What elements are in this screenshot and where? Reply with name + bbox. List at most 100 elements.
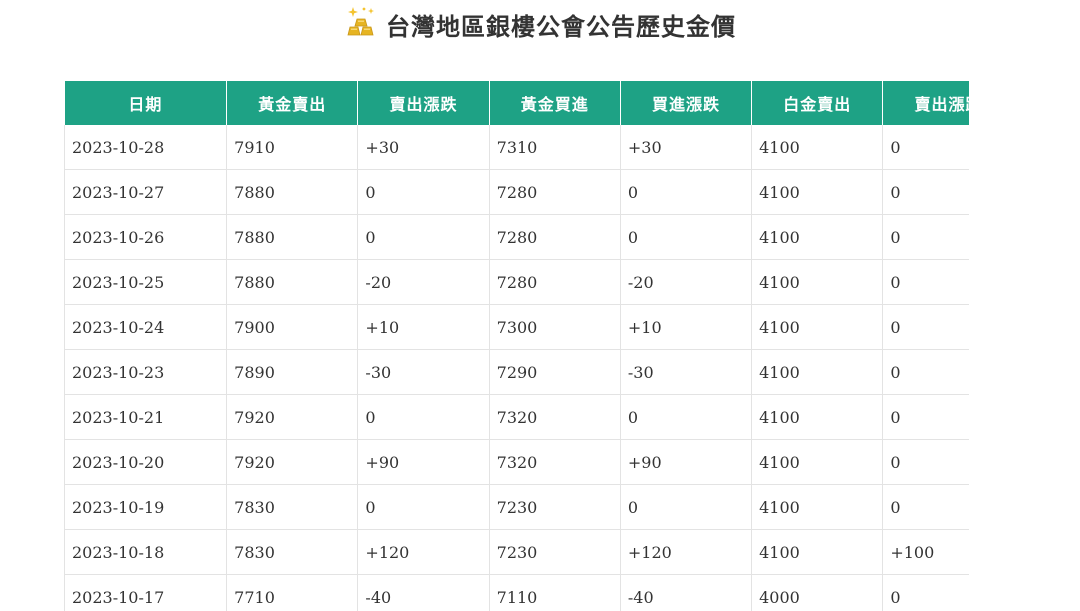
cell-buy-change: -20 <box>620 259 753 305</box>
cell-platinum-sell-change: 0 <box>882 484 969 530</box>
cell-date: 2023-10-23 <box>64 349 228 395</box>
cell-date: 2023-10-17 <box>64 574 228 611</box>
cell-gold-buy: 7320 <box>489 394 621 440</box>
cell-date: 2023-10-18 <box>64 529 228 575</box>
cell-date: 2023-10-24 <box>64 304 228 350</box>
header-gold-buy: 黃金買進 <box>489 81 621 125</box>
cell-date: 2023-10-19 <box>64 484 228 530</box>
cell-platinum-sell-change: 0 <box>882 304 969 350</box>
cell-gold-buy: 7310 <box>489 125 621 170</box>
cell-gold-buy: 7110 <box>489 574 621 611</box>
price-history-table: 日期黃金賣出賣出漲跌黃金買進買進漲跌白金賣出賣出漲跌 2023-10-28791… <box>64 81 969 611</box>
header-gold-sell: 黃金賣出 <box>226 81 359 125</box>
cell-date: 2023-10-21 <box>64 394 228 440</box>
cell-platinum-sell: 4100 <box>751 349 884 395</box>
page-header: 台灣地區銀樓公會公告歷史金價 <box>0 0 1080 48</box>
table-row: 2023-10-267880072800410003 <box>64 214 969 260</box>
table-header-row: 日期黃金賣出賣出漲跌黃金買進買進漲跌白金賣出賣出漲跌 <box>64 81 969 125</box>
cell-sell-change: 0 <box>357 484 490 530</box>
cell-platinum-sell: 4100 <box>751 169 884 215</box>
cell-platinum-sell: 4100 <box>751 125 884 170</box>
cell-buy-change: 0 <box>620 214 753 260</box>
cell-sell-change: +30 <box>357 125 490 170</box>
cell-date: 2023-10-28 <box>64 125 228 170</box>
cell-buy-change: +30 <box>620 125 753 170</box>
cell-gold-sell: 7880 <box>226 214 359 260</box>
table-row: 2023-10-257880-207280-20410003 <box>64 259 969 305</box>
header-platinum-sell: 白金賣出 <box>751 81 884 125</box>
cell-gold-sell: 7920 <box>226 439 359 485</box>
header-sell-change: 賣出漲跌 <box>357 81 490 125</box>
cell-gold-buy: 7300 <box>489 304 621 350</box>
cell-buy-change: -30 <box>620 349 753 395</box>
table-row: 2023-10-237890-307290-30410003 <box>64 349 969 395</box>
cell-date: 2023-10-27 <box>64 169 228 215</box>
cell-gold-buy: 7320 <box>489 439 621 485</box>
cell-gold-sell: 7910 <box>226 125 359 170</box>
cell-sell-change: +120 <box>357 529 490 575</box>
header-date: 日期 <box>64 81 228 125</box>
cell-platinum-sell: 4100 <box>751 394 884 440</box>
cell-sell-change: 0 <box>357 394 490 440</box>
page: 台灣地區銀樓公會公告歷史金價 日期 黃金賣出 賣出漲跌 黃金買進 買進漲跌 白金賣出 賣出漲… <box>0 0 1080 611</box>
table-row: 2023-10-197830072300410003 <box>64 484 969 530</box>
cell-gold-sell: 7890 <box>226 349 359 395</box>
cell-platinum-sell-change: 0 <box>882 259 969 305</box>
cell-gold-buy: 7230 <box>489 529 621 575</box>
cell-platinum-sell: 4100 <box>751 529 884 575</box>
table-row: 2023-10-207920+907320+90410003 <box>64 439 969 485</box>
table-row: 2023-10-287910+307310+30410003 <box>64 125 969 170</box>
cell-gold-sell: 7900 <box>226 304 359 350</box>
cell-date: 2023-10-25 <box>64 259 228 305</box>
cell-platinum-sell-change: +100 <box>882 529 969 575</box>
gold-bars-sparkle-icon <box>344 5 378 39</box>
cell-platinum-sell-change: 0 <box>882 439 969 485</box>
cell-platinum-sell: 4100 <box>751 259 884 305</box>
table-row: 2023-10-177710-407110-40400003 <box>64 574 969 611</box>
cell-sell-change: -20 <box>357 259 490 305</box>
cell-sell-change: -40 <box>357 574 490 611</box>
cell-platinum-sell: 4100 <box>751 304 884 350</box>
cell-gold-sell: 7880 <box>226 259 359 305</box>
table-row: 2023-10-247900+107300+10410003 <box>64 304 969 350</box>
cell-sell-change: -30 <box>357 349 490 395</box>
cell-gold-buy: 7280 <box>489 214 621 260</box>
cell-platinum-sell: 4100 <box>751 439 884 485</box>
header-buy-change: 買進漲跌 <box>620 81 753 125</box>
cell-sell-change: 0 <box>357 169 490 215</box>
cell-buy-change: +120 <box>620 529 753 575</box>
price-history-table-container[interactable]: 日期黃金賣出賣出漲跌黃金買進買進漲跌白金賣出賣出漲跌 2023-10-28791… <box>64 81 969 611</box>
cell-gold-buy: 7280 <box>489 259 621 305</box>
cell-platinum-sell-change: 0 <box>882 349 969 395</box>
cell-buy-change: +10 <box>620 304 753 350</box>
table-row: 2023-10-187830+1207230+1204100+1003 <box>64 529 969 575</box>
cell-gold-sell: 7830 <box>226 529 359 575</box>
cell-buy-change: -40 <box>620 574 753 611</box>
cell-gold-buy: 7280 <box>489 169 621 215</box>
cell-gold-sell: 7880 <box>226 169 359 215</box>
cell-gold-sell: 7830 <box>226 484 359 530</box>
cell-gold-sell: 7710 <box>226 574 359 611</box>
cell-buy-change: 0 <box>620 169 753 215</box>
cell-platinum-sell: 4100 <box>751 484 884 530</box>
cell-buy-change: 0 <box>620 484 753 530</box>
cell-sell-change: +90 <box>357 439 490 485</box>
cell-platinum-sell: 4100 <box>751 214 884 260</box>
page-title: 台灣地區銀樓公會公告歷史金價 <box>386 12 736 41</box>
cell-platinum-sell-change: 0 <box>882 394 969 440</box>
cell-platinum-sell-change: 0 <box>882 574 969 611</box>
cell-platinum-sell-change: 0 <box>882 125 969 170</box>
cell-date: 2023-10-26 <box>64 214 228 260</box>
cell-gold-sell: 7920 <box>226 394 359 440</box>
cell-platinum-sell-change: 0 <box>882 169 969 215</box>
cell-buy-change: 0 <box>620 394 753 440</box>
cell-sell-change: 0 <box>357 214 490 260</box>
cell-platinum-sell: 4000 <box>751 574 884 611</box>
table-row: 2023-10-217920073200410003 <box>64 394 969 440</box>
header-platinum-sell-change: 賣出漲跌 <box>882 81 969 125</box>
cell-gold-buy: 7230 <box>489 484 621 530</box>
cell-gold-buy: 7290 <box>489 349 621 395</box>
cell-date: 2023-10-20 <box>64 439 228 485</box>
cell-platinum-sell-change: 0 <box>882 214 969 260</box>
cell-buy-change: +90 <box>620 439 753 485</box>
